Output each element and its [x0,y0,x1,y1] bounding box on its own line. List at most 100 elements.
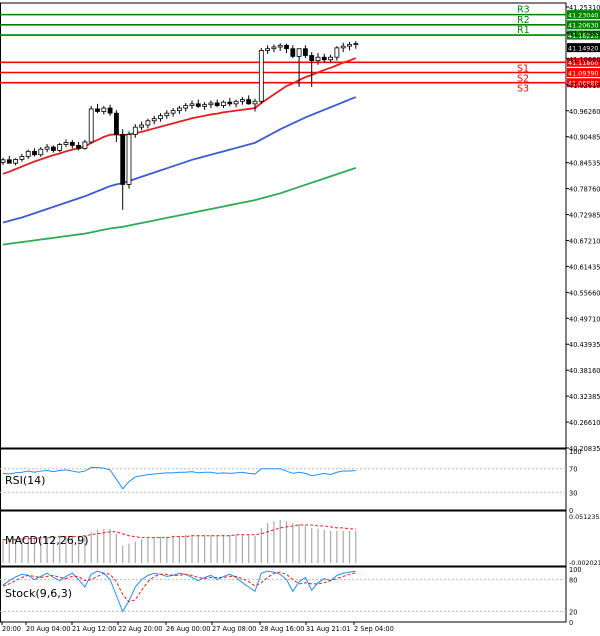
forex-chart: R3 41.23040R2 41.20630R1 41.18220S141.11800… [0,2,600,633]
candle-body [277,44,283,48]
level-name-s3: S3 [517,84,529,95]
candle-body [151,118,157,122]
x-tick-label: 2 Sep 04:00 [354,625,394,633]
candle-body [88,108,94,143]
x-tick-label: 20:00 [2,625,21,633]
x-tick-label: 28 Aug 16:00 [260,625,304,633]
level-price-label: 41.20630 [568,22,599,30]
y-tick-label: 40.90485 [569,134,600,142]
candle-body [340,45,346,49]
stoch-tick-label: 100 [569,566,582,574]
candle-body [347,44,352,47]
candle-body [19,156,25,160]
y-tick-label: 40.32385 [569,393,600,401]
x-tick-label: 26 Aug 00:00 [166,625,210,633]
panel-frame [0,566,567,623]
panel-frame [0,2,567,449]
candle-body [25,150,31,157]
y-tick-label: 40.38160 [569,367,600,375]
candle-body [309,55,315,61]
stoch-tick-label: 20 [569,608,577,616]
candle-body [0,159,6,163]
y-tick-label: 41.10660 [569,56,600,64]
candle-body [145,120,151,126]
sma-mid-line [2,96,357,224]
candle-body [302,48,308,56]
candle-body [139,124,145,128]
y-tick-label: 40.43935 [569,341,600,349]
y-tick-label: 40.72985 [569,212,600,220]
y-tick-label: 40.96260 [569,108,600,116]
y-tick-label: 41.02610 [569,82,600,90]
candle-body [120,133,126,185]
candle-body [126,133,132,185]
level-name-r1: R1 [517,25,530,36]
candle-body [13,158,19,164]
y-tick-label: 41.25310 [569,4,600,12]
candle-body [51,146,56,151]
candle-body [101,107,107,112]
rsi-tick-label: 70 [569,466,577,474]
candle-body [69,142,75,146]
rsi-label: RSI(14) [5,474,45,487]
panel-frame [0,448,567,511]
candle-body [290,48,296,57]
candle-body [208,102,214,106]
candle-body [95,108,100,112]
x-tick-label: 22 Aug 20:00 [118,625,162,633]
candle-body [63,142,69,145]
candle-body [334,47,340,58]
current-price-label: 41.14920 [568,44,599,52]
candle-body [183,105,189,109]
y-tick-label: 40.26610 [569,419,600,427]
candle-body [132,126,138,135]
candle-body [195,103,201,107]
y-tick-label: 40.84535 [569,160,600,168]
stoch-tick-label: 80 [569,577,577,585]
macd-label: MACD(12,26,9) [5,534,89,547]
candle-body [214,102,220,106]
candle-body [164,112,170,117]
x-tick-label: 20 Aug 04:00 [26,625,70,633]
candle-body [44,146,50,150]
candle-body [107,107,113,114]
candle-body [38,148,44,156]
candle-body [76,144,81,149]
rsi-tick-label: 30 [569,489,577,497]
x-tick-label: 21 Aug 12:00 [72,625,116,633]
candle-body [252,100,258,105]
candle-body [271,46,277,50]
rsi-tick-label: 100 [569,448,582,456]
macd-tick-label: 0.051235 [569,513,600,521]
candle-body [258,50,264,102]
candle-body [315,56,321,61]
candle-body [233,100,239,105]
candle-body [6,159,12,164]
candle-body [265,48,271,51]
candle-body [239,99,245,102]
y-tick-label: 41.17985 [569,30,600,38]
candle-body [170,110,176,114]
rsi-line [2,467,356,490]
candle-body [82,141,88,149]
level-price-label: 41.23040 [568,11,599,19]
stoch-label: Stock(9,6,3) [5,587,72,600]
level-price-label: 41.09390 [568,69,599,77]
y-tick-label: 40.55660 [569,289,600,297]
stoch-tick-label: 0 [569,619,573,627]
y-tick-label: 40.78760 [569,186,600,194]
candle-body [328,56,334,61]
candle-body [57,144,63,151]
y-tick-label: 40.61435 [569,263,600,271]
candle-body [221,101,226,106]
y-tick-label: 40.49710 [569,315,600,323]
candle-body [227,101,233,105]
candle-body [189,103,195,106]
candle-body [296,48,302,57]
y-tick-label: 40.67210 [569,237,600,245]
candle-body [246,99,252,105]
candle-body [284,44,289,50]
sma-short-line [2,57,357,175]
x-tick-label: 31 Aug 21:01 [306,625,350,633]
candle-body [32,150,37,156]
